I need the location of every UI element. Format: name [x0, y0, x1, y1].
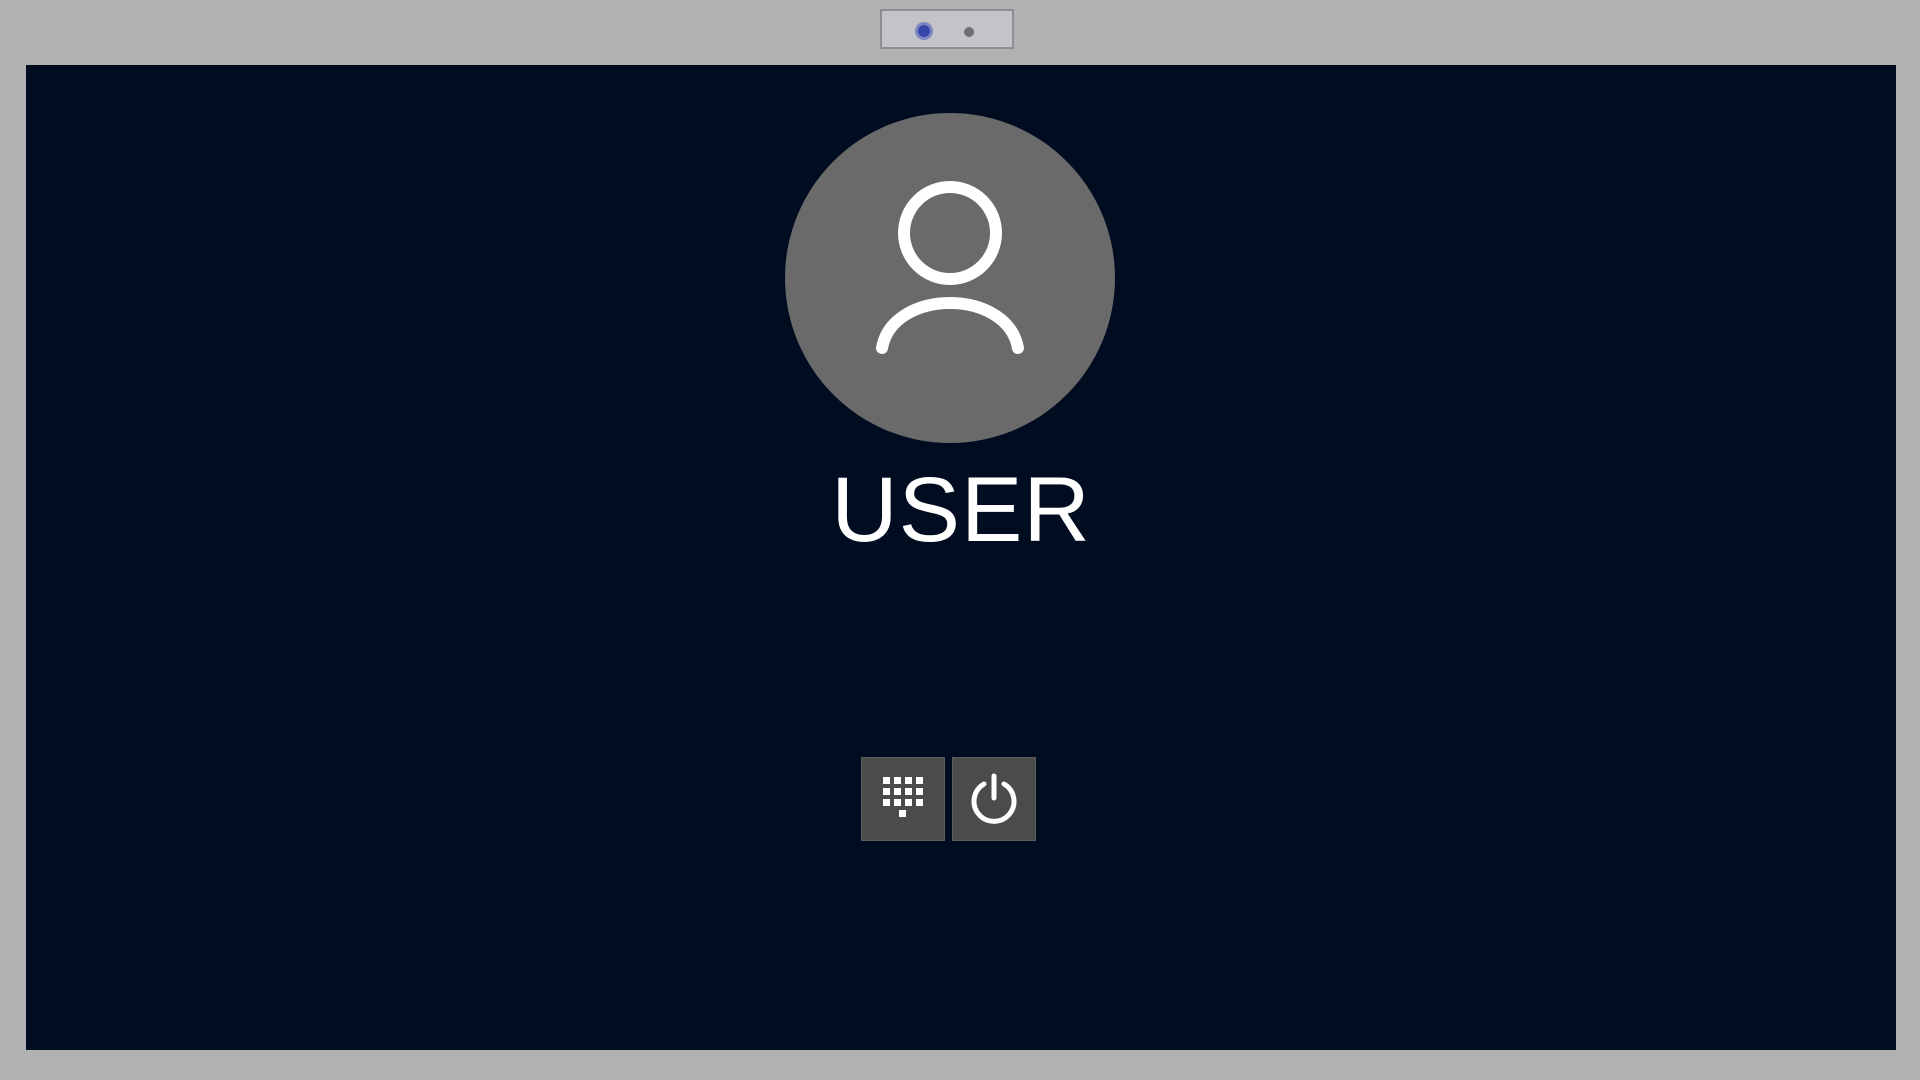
keypad-icon — [883, 777, 923, 817]
keypad-button[interactable] — [861, 757, 945, 841]
user-avatar-icon — [876, 181, 1024, 354]
webcam-lens — [918, 25, 930, 37]
username-label: USER — [831, 459, 1091, 561]
user-avatar — [785, 113, 1115, 443]
power-icon — [971, 773, 1017, 824]
power-button[interactable] — [952, 757, 1036, 841]
webcam — [880, 9, 1014, 49]
webcam-indicator-light — [964, 27, 974, 37]
lock-screen: USER — [26, 65, 1896, 1050]
monitor-bezel: USER — [0, 0, 1920, 1080]
